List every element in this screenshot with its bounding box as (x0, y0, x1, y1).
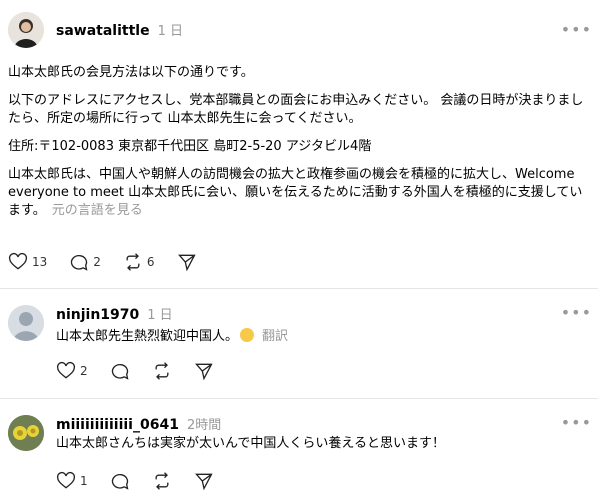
avatar[interactable] (8, 305, 44, 341)
repost-icon (155, 472, 169, 490)
comment-icon (111, 473, 129, 490)
like-button[interactable]: 13 (8, 252, 47, 272)
username[interactable]: ninjin1970 (56, 307, 139, 323)
paragraph: 山本太郎氏は、中国人や朝鮮人の訪問機会の拡大と政権参画の機会を積極的に拡大し、W… (8, 166, 590, 220)
reply-button[interactable]: 2 (69, 252, 101, 272)
paragraph: 住所:〒102-0083 東京都千代田区 島町2-5-20 アジタビル4階 (8, 139, 372, 154)
like-button[interactable]: 2 (56, 361, 88, 381)
post: sawatalittle 1 日 ••• 山本太郎氏の会見方法は以下の通りです。… (0, 0, 598, 288)
post-meta: sawatalittle 1 日 (56, 20, 183, 39)
share-icon (194, 473, 213, 491)
avatar[interactable] (8, 415, 44, 451)
username[interactable]: miiiiiiiiiiiii_0641 (56, 417, 179, 433)
more-icon[interactable]: ••• (561, 303, 592, 322)
reply-count: 2 (93, 255, 101, 269)
repost-button[interactable] (152, 471, 172, 491)
reply-button[interactable] (110, 361, 130, 381)
timestamp: 1 日 (147, 308, 173, 323)
reply-text: 山本太郎先生熱烈歓迎中国人。 (56, 329, 239, 344)
more-icon[interactable]: ••• (561, 413, 592, 432)
comment-icon (111, 363, 129, 380)
action-bar: 13 2 6 (8, 252, 219, 272)
avatar[interactable] (8, 12, 44, 48)
reply-post: ninjin1970 1 日 ••• 山本太郎先生熱烈歓迎中国人。 翻訳 2 (0, 288, 598, 398)
share-button[interactable] (194, 471, 214, 491)
share-icon (194, 363, 213, 381)
like-count: 13 (32, 255, 48, 269)
like-button[interactable]: 1 (56, 471, 88, 491)
reply-post: miiiiiiiiiiiii_0641 2時間 ••• 山本太郎さんちは実家が太… (0, 398, 598, 498)
username[interactable]: sawatalittle (56, 23, 150, 39)
heart-icon (8, 252, 28, 270)
post-meta: miiiiiiiiiiiii_0641 2時間 (56, 414, 221, 433)
heart-icon (56, 361, 76, 379)
repost-count: 6 (146, 255, 155, 269)
timestamp: 2時間 (186, 418, 222, 433)
like-count: 2 (80, 364, 88, 378)
reply-button[interactable] (110, 471, 130, 491)
grinning-emoji-icon (240, 328, 255, 342)
paragraph: 山本太郎氏の会見方法は以下の通りです。 (8, 65, 254, 80)
action-bar: 1 (56, 471, 236, 491)
post-body: 山本太郎氏の会見方法は以下の通りです。 以下のアドレスにアクセスし、党本部職員と… (8, 64, 590, 230)
more-icon[interactable]: ••• (561, 20, 592, 39)
reply-body: 山本太郎先生熱烈歓迎中国人。 翻訳 (56, 328, 288, 346)
action-bar: 2 (56, 361, 236, 381)
repost-icon (126, 253, 140, 271)
timestamp: 1 日 (157, 24, 183, 39)
paragraph: 以下のアドレスにアクセスし、党本部職員との面会にお申込みください。 会議の日時が… (8, 93, 584, 126)
comment-icon (71, 254, 88, 271)
repost-button[interactable] (152, 361, 172, 381)
share-button[interactable] (194, 361, 214, 381)
post-meta: ninjin1970 1 日 (56, 304, 173, 323)
translate-link[interactable]: 元の言語を見る (52, 203, 143, 218)
repost-button[interactable]: 6 (123, 252, 155, 272)
repost-icon (155, 362, 169, 380)
share-button[interactable] (177, 252, 197, 272)
translate-link[interactable]: 翻訳 (262, 329, 288, 344)
share-icon (177, 254, 196, 272)
reply-text: 山本太郎さんちは実家が太いんで中国人くらい養えると思います！ (56, 436, 445, 451)
heart-icon (56, 471, 76, 489)
like-count: 1 (80, 474, 88, 488)
